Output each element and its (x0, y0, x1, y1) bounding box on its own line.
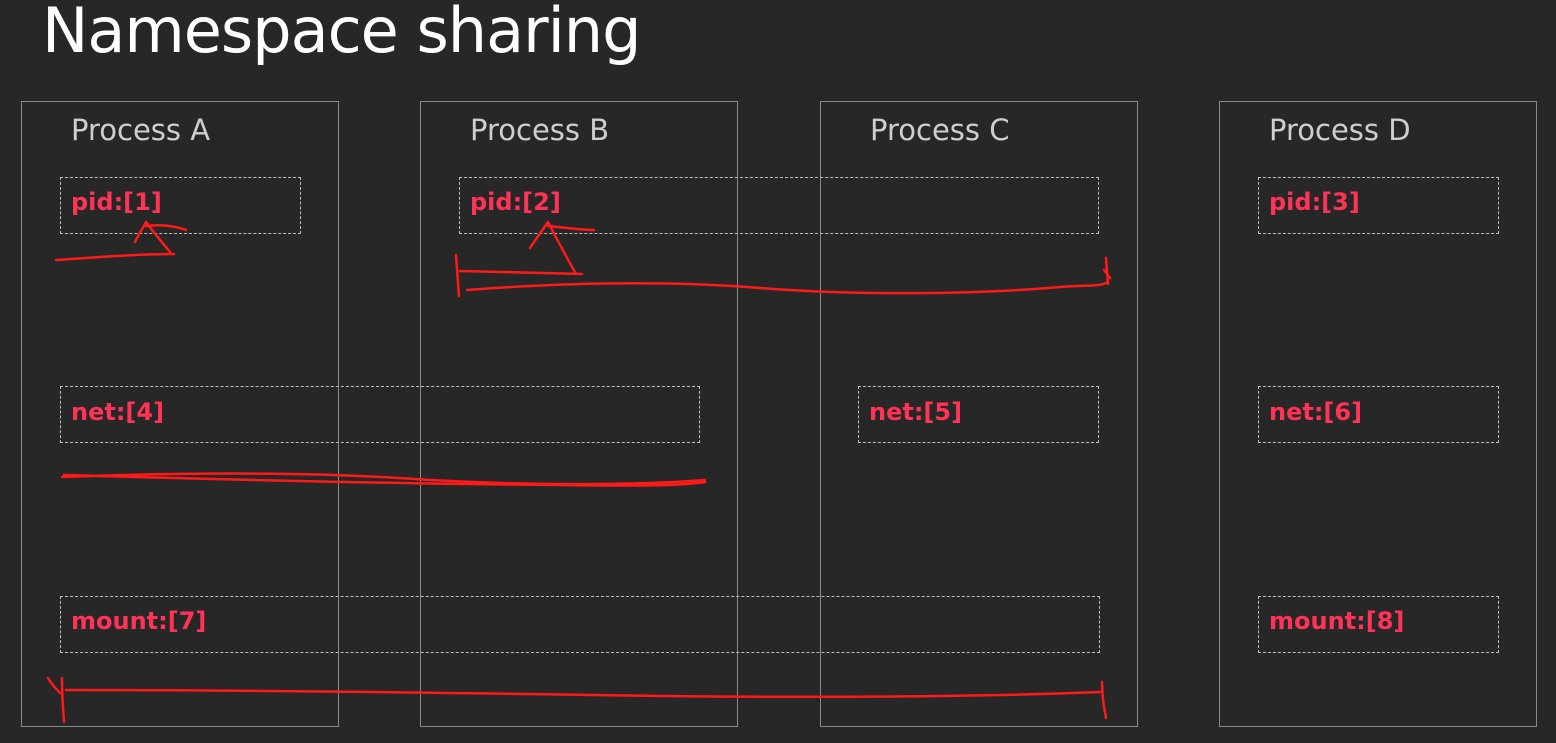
process-c-label: Process C (870, 113, 1010, 147)
ns-pid-1-label: pid:[1] (71, 188, 162, 216)
ns-mount-7-box (60, 596, 1100, 653)
process-a-label: Process A (71, 113, 211, 147)
ns-pid-3-label: pid:[3] (1269, 188, 1360, 216)
ns-net-5-label: net:[5] (869, 398, 963, 426)
ns-pid-2-label: pid:[2] (470, 188, 561, 216)
ns-mount-8-label: mount:[8] (1269, 607, 1405, 635)
ns-net-4-label: net:[4] (71, 398, 165, 426)
ns-net-6-label: net:[6] (1269, 398, 1363, 426)
page-title: Namespace sharing (42, 0, 641, 67)
process-b-label: Process B (470, 113, 610, 147)
process-d-label: Process D (1269, 113, 1411, 147)
ns-mount-7-label: mount:[7] (71, 607, 207, 635)
